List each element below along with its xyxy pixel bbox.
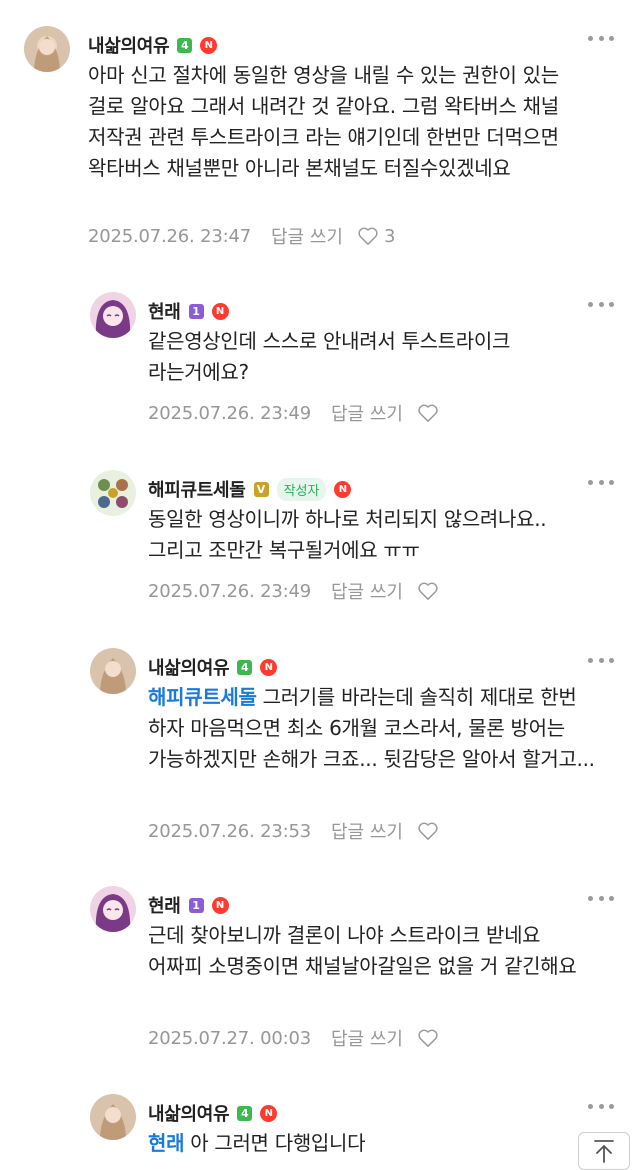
nickname[interactable]: 내삶의여유 <box>148 1100 230 1126</box>
comment-reply: 현래 1 N 같은영상인데 스스로 안내려서 투스트라이크 라는거에요? 202… <box>0 292 640 442</box>
comment-date: 2025.07.27. 00:03 <box>148 1027 311 1049</box>
new-badge: N <box>211 896 229 914</box>
level-badge: 4 <box>237 659 253 675</box>
comment-meta: 2025.07.27. 00:03 답글 쓰기 <box>148 1025 439 1051</box>
level-badge: 1 <box>188 303 204 319</box>
nickname[interactable]: 내삶의여유 <box>88 32 170 58</box>
like-button[interactable] <box>417 403 439 423</box>
scroll-to-top-button[interactable] <box>578 1132 630 1170</box>
comment-date: 2025.07.26. 23:47 <box>88 225 251 247</box>
reply-button[interactable]: 답글 쓰기 <box>331 578 403 604</box>
heart-icon <box>418 404 438 422</box>
comment-text: 같은영상인데 스스로 안내려서 투스트라이크 라는거에요? <box>148 329 511 384</box>
heart-icon <box>418 822 438 840</box>
more-options-icon[interactable] <box>588 658 614 666</box>
reply-button[interactable]: 답글 쓰기 <box>271 223 343 249</box>
nickname[interactable]: 내삶의여유 <box>148 654 230 680</box>
more-options-icon[interactable] <box>588 896 614 904</box>
like-button[interactable] <box>417 1028 439 1048</box>
nickname[interactable]: 해피큐트세돌 <box>148 476 246 502</box>
level-badge: V <box>253 481 269 497</box>
comment-reply: 내삶의여유 4 N 현래 아 그러면 다행입니다 <box>0 1094 640 1166</box>
new-badge: N <box>260 1104 278 1122</box>
avatar[interactable] <box>90 292 136 338</box>
comment-meta: 2025.07.26. 23:47 답글 쓰기 3 <box>88 223 395 249</box>
comment-date: 2025.07.26. 23:53 <box>148 820 311 842</box>
comment-header: 현래 1 N <box>148 892 229 918</box>
arrow-up-icon <box>594 1140 614 1163</box>
nickname[interactable]: 현래 <box>148 298 181 324</box>
more-options-icon[interactable] <box>588 480 614 488</box>
comment-body: 아 그러면 다행입니다 <box>190 1131 366 1155</box>
avatar[interactable] <box>24 26 70 72</box>
nickname[interactable]: 현래 <box>148 892 181 918</box>
avatar[interactable] <box>90 648 136 694</box>
reply-button[interactable]: 답글 쓰기 <box>331 1025 403 1051</box>
comment: 내삶의여유 4 N 아마 신고 절차에 동일한 영상을 내릴 수 있는 권한이 … <box>0 26 640 256</box>
new-badge: N <box>211 302 229 320</box>
more-options-icon[interactable] <box>588 36 614 44</box>
comment-text: 해피큐트세돌 그러기를 바라는데 솔직히 제대로 한번 하자 마음먹으면 최소 6… <box>148 682 600 775</box>
reply-button[interactable]: 답글 쓰기 <box>331 400 403 426</box>
comment-text: 아마 신고 절차에 동일한 영상을 내릴 수 있는 권한이 있는 걸로 알아요 … <box>88 63 559 180</box>
comment-header: 내삶의여유 4 N <box>88 32 218 58</box>
mention-link[interactable]: 해피큐트세돌 <box>148 685 257 709</box>
comment-meta: 2025.07.26. 23:49 답글 쓰기 <box>148 578 439 604</box>
reply-button[interactable]: 답글 쓰기 <box>331 818 403 844</box>
new-badge: N <box>334 480 352 498</box>
comment-header: 현래 1 N <box>148 298 229 324</box>
comment-meta: 2025.07.26. 23:53 답글 쓰기 <box>148 818 439 844</box>
avatar[interactable] <box>90 886 136 932</box>
comment-reply: 내삶의여유 4 N 해피큐트세돌 그러기를 바라는데 솔직히 제대로 한번 하자 … <box>0 648 640 848</box>
more-options-icon[interactable] <box>588 1104 614 1112</box>
level-badge: 1 <box>188 897 204 913</box>
avatar[interactable] <box>90 470 136 516</box>
new-badge: N <box>260 658 278 676</box>
author-badge: 작성자 <box>276 477 327 501</box>
heart-icon <box>358 227 378 245</box>
like-button[interactable]: 3 <box>357 226 395 247</box>
level-badge: 4 <box>177 37 193 53</box>
comment-date: 2025.07.26. 23:49 <box>148 402 311 424</box>
heart-icon <box>418 1029 438 1047</box>
comment-text: 동일한 영상이니까 하나로 처리되지 않으려나요.. 그리고 조만간 복구될거에… <box>148 507 547 562</box>
comment-header: 내삶의여유 4 N <box>148 1100 278 1126</box>
comment-meta: 2025.07.26. 23:49 답글 쓰기 <box>148 400 439 426</box>
mention-link[interactable]: 현래 <box>148 1131 185 1155</box>
avatar[interactable] <box>90 1094 136 1140</box>
comment-reply: 해피큐트세돌 V 작성자 N 동일한 영상이니까 하나로 처리되지 않으려나요.… <box>0 470 640 620</box>
comment-text: 근데 찾아보니까 결론이 나야 스트라이크 받네요 어짜피 소명중이면 채널날아… <box>148 923 577 978</box>
comment-text: 현래 아 그러면 다행입니다 <box>148 1128 600 1159</box>
comment-header: 해피큐트세돌 V 작성자 N <box>148 476 352 502</box>
like-button[interactable] <box>417 821 439 841</box>
more-options-icon[interactable] <box>588 302 614 310</box>
like-button[interactable] <box>417 581 439 601</box>
comment-date: 2025.07.26. 23:49 <box>148 580 311 602</box>
comment-header: 내삶의여유 4 N <box>148 654 278 680</box>
comment-reply: 현래 1 N 근데 찾아보니까 결론이 나야 스트라이크 받네요 어짜피 소명중… <box>0 886 640 1056</box>
level-badge: 4 <box>237 1105 253 1121</box>
heart-icon <box>418 582 438 600</box>
like-count: 3 <box>383 225 396 247</box>
new-badge: N <box>200 36 218 54</box>
